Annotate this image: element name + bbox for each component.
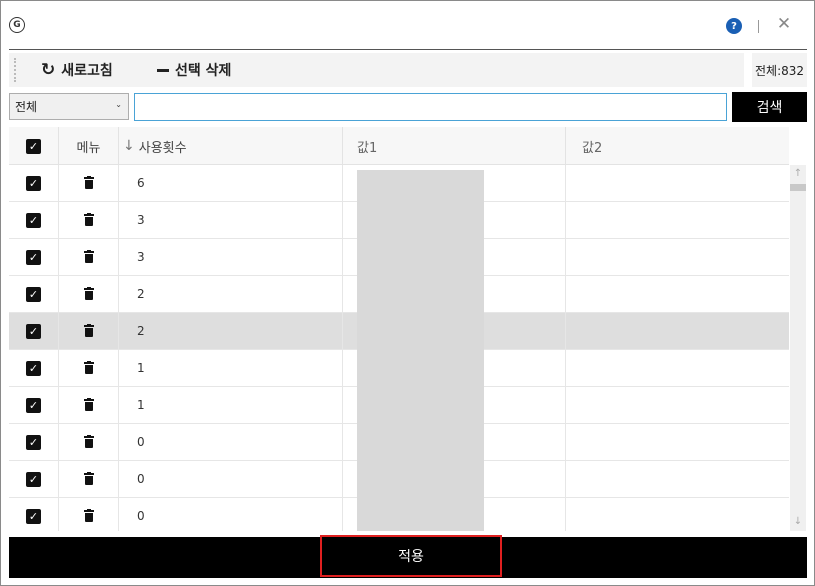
row-menu-cell xyxy=(59,239,119,275)
vertical-scrollbar[interactable]: ↑ ↓ xyxy=(790,165,806,531)
redacted-region xyxy=(357,170,484,531)
row-usage-count: 1 xyxy=(119,387,343,423)
row-checkbox[interactable]: ✓ xyxy=(26,434,41,450)
row-checkbox[interactable]: ✓ xyxy=(26,212,41,228)
header-value1[interactable]: 값1 xyxy=(343,127,566,165)
row-usage-count: 0 xyxy=(119,424,343,460)
row-check-cell[interactable]: ✓ xyxy=(9,165,59,201)
row-check-cell[interactable]: ✓ xyxy=(9,350,59,386)
row-checkbox[interactable]: ✓ xyxy=(26,175,41,191)
row-value2[interactable] xyxy=(566,202,789,238)
row-value2[interactable] xyxy=(566,165,789,201)
row-usage-count: 0 xyxy=(119,461,343,497)
trash-icon[interactable] xyxy=(83,472,94,485)
refresh-button[interactable]: ↻ 새로고침 xyxy=(41,53,113,87)
row-menu-cell xyxy=(59,461,119,497)
row-checkbox[interactable]: ✓ xyxy=(26,323,41,339)
row-menu-cell xyxy=(59,165,119,201)
delete-selected-button[interactable]: 선택 삭제 xyxy=(157,53,231,87)
search-button[interactable]: 검색 xyxy=(732,92,807,122)
row-check-cell[interactable]: ✓ xyxy=(9,461,59,497)
row-check-cell[interactable]: ✓ xyxy=(9,239,59,275)
row-usage-count: 6 xyxy=(119,165,343,201)
trash-icon[interactable] xyxy=(83,176,94,189)
app-window: G ? ✕ ↻ 새로고침 선택 삭제 전체:832 전체 ⌄ 검색 ✓ 메뉴 ↓ xyxy=(0,0,815,586)
row-value2[interactable] xyxy=(566,313,789,349)
header-select-all[interactable]: ✓ xyxy=(9,127,59,165)
apply-bar: 적용 xyxy=(9,535,807,578)
trash-icon[interactable] xyxy=(83,398,94,411)
trash-icon[interactable] xyxy=(83,435,94,448)
refresh-icon: ↻ xyxy=(41,60,56,80)
toolbar-grip[interactable] xyxy=(14,58,16,82)
toolbar: ↻ 새로고침 선택 삭제 xyxy=(9,53,744,87)
row-usage-count: 2 xyxy=(119,313,343,349)
select-all-checkbox[interactable]: ✓ xyxy=(26,138,41,154)
header-usage-count[interactable]: ↓ 사용횟수 xyxy=(119,127,343,165)
row-checkbox[interactable]: ✓ xyxy=(26,508,41,524)
filter-value: 전체 xyxy=(15,100,38,114)
row-check-cell[interactable]: ✓ xyxy=(9,424,59,460)
filter-dropdown[interactable]: 전체 ⌄ xyxy=(9,93,129,120)
row-check-cell[interactable]: ✓ xyxy=(9,202,59,238)
scroll-down-icon[interactable]: ↓ xyxy=(790,515,806,529)
row-menu-cell xyxy=(59,202,119,238)
row-checkbox[interactable]: ✓ xyxy=(26,286,41,302)
trash-icon[interactable] xyxy=(83,250,94,263)
row-checkbox[interactable]: ✓ xyxy=(26,471,41,487)
row-menu-cell xyxy=(59,350,119,386)
refresh-label: 새로고침 xyxy=(61,63,113,79)
row-menu-cell xyxy=(59,313,119,349)
row-usage-count: 3 xyxy=(119,202,343,238)
row-value2[interactable] xyxy=(566,350,789,386)
trash-icon[interactable] xyxy=(83,509,94,522)
row-value2[interactable] xyxy=(566,461,789,497)
title-separator xyxy=(758,20,759,33)
row-checkbox[interactable]: ✓ xyxy=(26,397,41,413)
total-count: 전체:832 xyxy=(752,53,807,87)
grid-header: ✓ 메뉴 ↓ 사용횟수 값1 값2 xyxy=(9,127,789,165)
row-usage-count: 3 xyxy=(119,239,343,275)
row-menu-cell xyxy=(59,387,119,423)
row-value2[interactable] xyxy=(566,387,789,423)
row-checkbox[interactable]: ✓ xyxy=(26,360,41,376)
trash-icon[interactable] xyxy=(83,287,94,300)
header-usage-count-label: 사용횟수 xyxy=(138,140,187,156)
row-value2[interactable] xyxy=(566,239,789,275)
search-input[interactable] xyxy=(134,93,727,121)
row-value2[interactable] xyxy=(566,498,789,531)
title-divider xyxy=(9,49,807,50)
row-usage-count: 1 xyxy=(119,350,343,386)
row-check-cell[interactable]: ✓ xyxy=(9,498,59,531)
row-value2[interactable] xyxy=(566,424,789,460)
trash-icon[interactable] xyxy=(83,324,94,337)
data-grid: ✓ 메뉴 ↓ 사용횟수 값1 값2 ✓ 6 ✓ 3 ✓ 3 ✓ 2 ✓ 2 ✓ 1 ✓ 1 ✓ 0 ✓ 0 ✓ 0 ↑… xyxy=(9,127,806,531)
close-icon[interactable]: ✕ xyxy=(775,14,793,34)
trash-icon[interactable] xyxy=(83,361,94,374)
scroll-up-icon[interactable]: ↑ xyxy=(790,167,806,181)
header-value2[interactable]: 값2 xyxy=(566,127,789,165)
row-menu-cell xyxy=(59,498,119,531)
row-check-cell[interactable]: ✓ xyxy=(9,387,59,423)
row-value2[interactable] xyxy=(566,276,789,312)
row-usage-count: 0 xyxy=(119,498,343,531)
title-bar: G ? ✕ xyxy=(1,1,814,49)
row-checkbox[interactable]: ✓ xyxy=(26,249,41,265)
row-check-cell[interactable]: ✓ xyxy=(9,313,59,349)
trash-icon[interactable] xyxy=(83,213,94,226)
row-usage-count: 2 xyxy=(119,276,343,312)
help-icon[interactable]: ? xyxy=(726,18,742,34)
apply-button[interactable]: 적용 xyxy=(320,535,502,577)
sort-down-icon: ↓ xyxy=(123,138,135,154)
row-menu-cell xyxy=(59,424,119,460)
minus-icon xyxy=(157,68,169,72)
scroll-thumb[interactable] xyxy=(790,184,806,191)
row-check-cell[interactable]: ✓ xyxy=(9,276,59,312)
app-logo-icon: G xyxy=(9,17,25,33)
delete-selected-label: 선택 삭제 xyxy=(175,63,232,79)
row-menu-cell xyxy=(59,276,119,312)
chevron-down-icon: ⌄ xyxy=(115,100,122,109)
header-menu: 메뉴 xyxy=(59,127,119,165)
